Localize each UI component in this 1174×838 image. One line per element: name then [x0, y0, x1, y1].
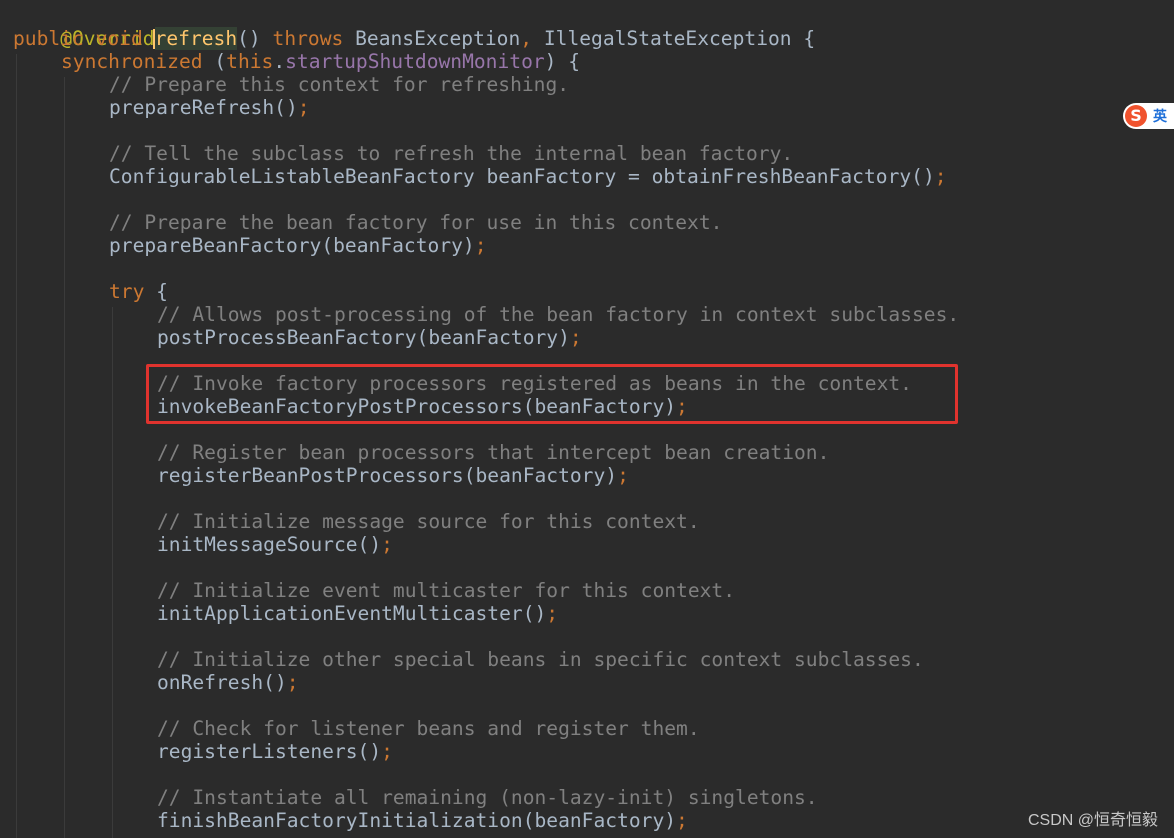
code-line: prepareBeanFactory(beanFactory); [109, 234, 487, 257]
code-comment: // Tell the subclass to refresh the inte… [109, 142, 794, 165]
code-editor[interactable]: @Override public void refresh() throws B… [0, 0, 1174, 838]
paren-open: ( [202, 50, 227, 73]
dot: . [273, 50, 286, 73]
statement: prepareRefresh() [109, 96, 298, 119]
brace-open: { [144, 280, 168, 303]
semicolon: ; [546, 602, 559, 625]
code-line: synchronized (this.startupShutdownMonito… [61, 50, 580, 73]
code-comment: // Check for listener beans and register… [157, 717, 700, 740]
code-comment: // Prepare the bean factory for use in t… [109, 211, 723, 234]
statement: ConfigurableListableBeanFactory beanFact… [109, 165, 935, 188]
try-keyword: try [109, 280, 145, 303]
semicolon: ; [676, 809, 688, 832]
semicolon: ; [934, 165, 947, 188]
statement: initMessageSource() [157, 533, 382, 556]
statement: prepareBeanFactory(beanFactory) [109, 234, 475, 257]
code-comment: // Initialize message source for this co… [157, 510, 700, 533]
monitor-field: startupShutdownMonitor [285, 50, 545, 73]
paren-close: ) { [544, 50, 581, 73]
statement: finishBeanFactoryInitialization(beanFact… [157, 809, 677, 832]
code-comment: // Instantiate all remaining (non-lazy-i… [157, 786, 818, 809]
code-line: ConfigurableListableBeanFactory beanFact… [109, 165, 947, 188]
code-comment: // Initialize other special beans in spe… [157, 648, 924, 671]
statement: postProcessBeanFactory(beanFactory) [157, 326, 570, 349]
statement: invokeBeanFactoryPostProcessors(beanFact… [157, 395, 677, 418]
code-line: try { [109, 280, 168, 303]
code-line: onRefresh(); [157, 671, 299, 694]
semicolon: ; [617, 464, 629, 487]
method-parens: () [237, 27, 273, 50]
code-comment: // Prepare this context for refreshing. [109, 73, 570, 96]
semicolon: ; [569, 326, 582, 349]
ime-indicator[interactable]: S 英 [1123, 103, 1174, 129]
throws-keyword: throws [272, 27, 344, 50]
code-line: registerListeners(); [157, 740, 393, 763]
code-comment: // Allows post-processing of the bean fa… [157, 303, 960, 326]
method-name-refresh[interactable]: refresh [152, 27, 238, 50]
this-keyword: this [226, 50, 274, 73]
semicolon: ; [381, 740, 393, 763]
code-comment: // Register bean processors that interce… [157, 441, 830, 464]
watermark: CSDN @恒奇恒毅 [1027, 812, 1158, 829]
code-comment: // Initialize event multicaster for this… [157, 579, 736, 602]
text-caret [152, 29, 155, 49]
code-line: initMessageSource(); [157, 533, 393, 556]
code-line: public void refresh() throws BeansExcept… [13, 27, 815, 50]
statement: onRefresh() [157, 671, 287, 694]
code-line: finishBeanFactoryInitialization(beanFact… [157, 809, 688, 832]
exception-type: BeansException [343, 27, 521, 50]
code-line: registerBeanPostProcessors(beanFactory); [157, 464, 629, 487]
indent-guide [64, 77, 65, 838]
statement: registerListeners() [157, 740, 382, 763]
semicolon: ; [474, 234, 487, 257]
semicolon: ; [297, 96, 310, 119]
ime-language: 英 [1153, 109, 1167, 125]
indent-guide [112, 307, 113, 838]
code-line: @Override [13, 4, 166, 50]
code-line: initApplicationEventMulticaster(); [157, 602, 558, 625]
code-line: invokeBeanFactoryPostProcessors(beanFact… [157, 395, 688, 418]
comma: , [520, 27, 533, 50]
sogou-logo-icon: S [1125, 105, 1147, 127]
semicolon: ; [286, 671, 299, 694]
statement: initApplicationEventMulticaster() [157, 602, 547, 625]
indent-guide [16, 54, 17, 838]
code-line: prepareRefresh(); [109, 96, 310, 119]
code-comment: // Invoke factory processors registered … [157, 372, 912, 395]
code-line: postProcessBeanFactory(beanFactory); [157, 326, 582, 349]
semicolon: ; [381, 533, 393, 556]
statement: registerBeanPostProcessors(beanFactory) [157, 464, 618, 487]
method-modifiers: public void [13, 27, 155, 50]
synchronized-keyword: synchronized [61, 50, 203, 73]
semicolon: ; [676, 395, 688, 418]
exception-type: IllegalStateException { [532, 27, 816, 50]
